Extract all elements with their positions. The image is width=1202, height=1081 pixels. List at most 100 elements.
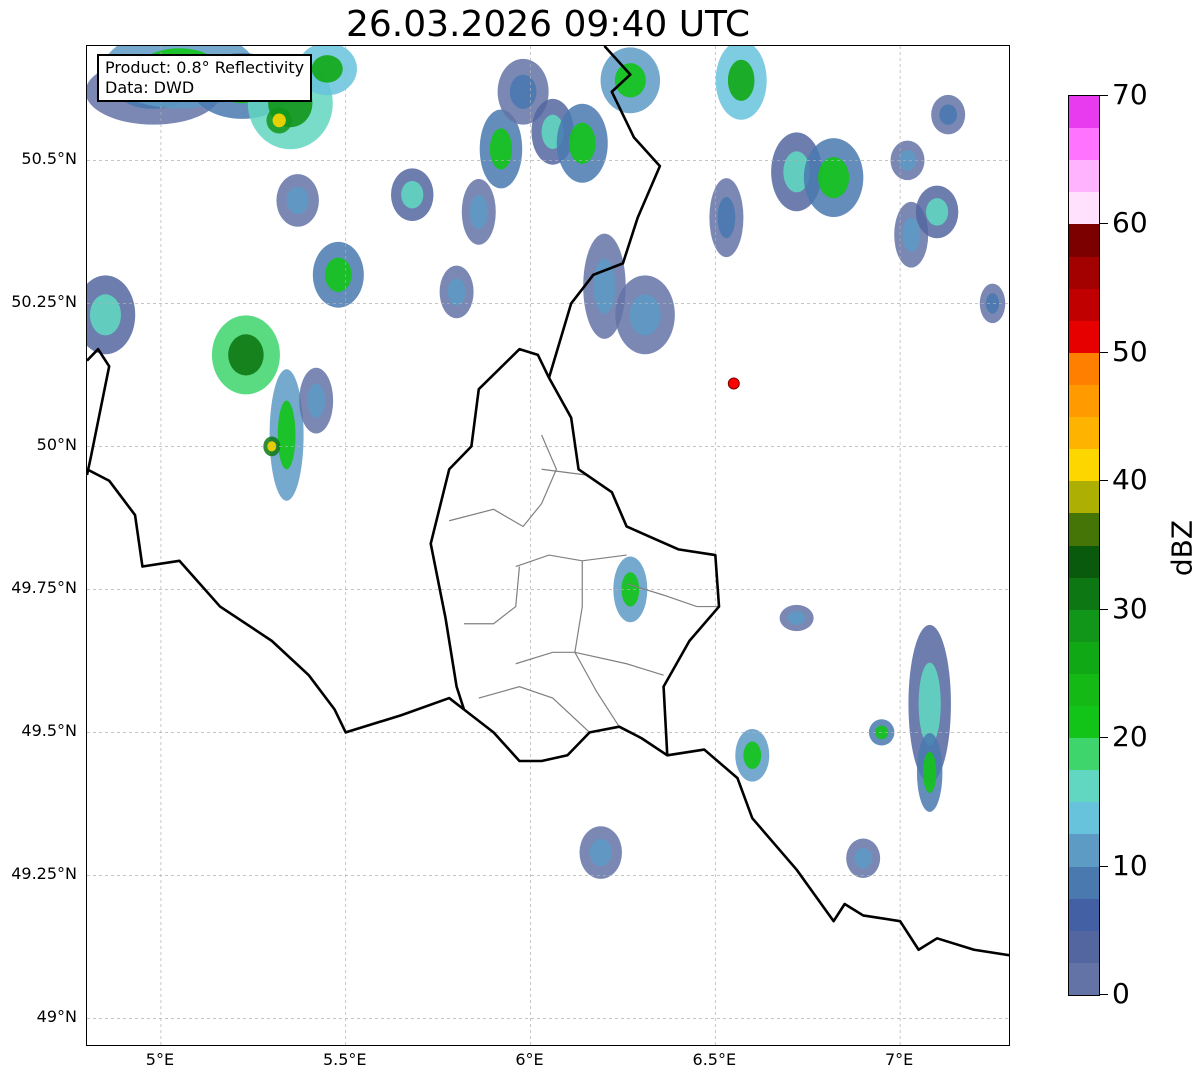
radar-map-canvas: [87, 46, 1009, 1045]
colorbar-segment: [1069, 898, 1099, 932]
lat-tick-label: 49.5°N: [21, 721, 77, 741]
colorbar-tick-mark: [1100, 865, 1108, 867]
colorbar-segment: [1069, 192, 1099, 225]
country-border-france-belgium: [87, 468, 465, 734]
colorbar-tick-label: 0: [1112, 977, 1130, 1010]
product-label: Product: 0.8° Reflectivity: [105, 58, 305, 77]
precip-cell-core: [509, 74, 537, 109]
radar-map-panel[interactable]: [86, 45, 1010, 1046]
lon-tick-label: 6.5°E: [692, 1050, 737, 1069]
precip-cell-core: [272, 113, 286, 128]
precip-cell-core: [902, 217, 921, 252]
lat-tick-label: 50°N: [36, 435, 77, 455]
colorbar-segment: [1069, 802, 1099, 835]
colorbar-segment: [1069, 770, 1099, 803]
admin-boundary: [541, 468, 613, 493]
precip-cell-core: [923, 751, 937, 794]
precip-cell-core: [447, 278, 466, 306]
precipitation-layer: [87, 46, 1006, 879]
precip-cell-core: [629, 294, 661, 336]
map-title: 26.03.2026 09:40 UTC: [345, 4, 751, 45]
admin-boundaries-layer: [449, 434, 720, 733]
colorbar-tick-mark: [1100, 608, 1108, 610]
colorbar-segment: [1069, 930, 1099, 964]
colorbar-segment: [1069, 288, 1099, 322]
colorbar-tick-label: 10: [1112, 848, 1148, 882]
admin-boundary: [574, 560, 620, 728]
lon-tick-label: 5°E: [145, 1050, 175, 1069]
lat-tick-label: 49.25°N: [11, 864, 77, 884]
colorbar-segment: [1069, 706, 1099, 739]
colorbar-segment: [1069, 641, 1099, 675]
colorbar-tick-mark: [1100, 480, 1108, 482]
country-borders-layer: [87, 46, 1009, 957]
precip-cell-core: [727, 59, 755, 101]
colorbar-segment: [1069, 866, 1099, 900]
colorbar-segment: [1069, 417, 1099, 450]
precip-cell-core: [307, 383, 326, 418]
lon-tick-label: 5.5°E: [322, 1050, 367, 1069]
precip-cell-core: [568, 122, 596, 164]
precip-cell-core: [311, 55, 343, 83]
lat-tick-label: 49°N: [36, 1007, 77, 1027]
colorbar-segment: [1069, 481, 1099, 514]
colorbar-segment: [1069, 128, 1099, 161]
precip-cell-core: [818, 156, 850, 199]
colorbar-tick-mark: [1100, 95, 1108, 96]
colorbar-tick-mark: [1100, 994, 1108, 995]
gridlines: [87, 46, 1009, 1045]
colorbar-tick-label: 30: [1112, 591, 1148, 625]
precip-cell-core: [286, 186, 309, 215]
colorbar-tick-label: 60: [1112, 206, 1148, 240]
precip-cell-core: [898, 150, 917, 171]
colorbar-segment: [1069, 160, 1099, 193]
precip-cell-core: [939, 104, 958, 125]
precip-cell-core: [614, 63, 646, 98]
colorbar-segment: [1069, 577, 1099, 611]
precip-cell-core: [854, 847, 873, 869]
precip-cell-core: [89, 294, 122, 336]
colorbar-unit-label: dBZ: [1165, 519, 1199, 577]
precip-cell-core: [925, 198, 949, 226]
precip-cell-core: [325, 257, 352, 292]
colorbar-segment: [1069, 513, 1099, 546]
colorbar-segment: [1069, 545, 1099, 579]
colorbar-segment: [1069, 673, 1099, 707]
colorbar-segment: [1069, 609, 1099, 643]
radar-site-layer: [727, 377, 740, 390]
precip-cell-core: [717, 197, 736, 239]
info-box: Product: 0.8° Reflectivity Data: DWD: [97, 54, 313, 102]
colorbar-tick-label: 50: [1112, 334, 1148, 368]
admin-boundary: [463, 566, 521, 625]
colorbar-segment: [1069, 320, 1099, 354]
colorbar-segment: [1069, 224, 1099, 258]
colorbar-segment: [1069, 352, 1099, 386]
colorbar-segment: [1069, 738, 1099, 771]
precip-cell-core: [469, 194, 488, 230]
admin-boundary: [449, 434, 558, 528]
data-source-label: Data: DWD: [105, 78, 195, 97]
lat-tick-label: 50.25°N: [11, 292, 77, 312]
precip-cell-core: [787, 611, 806, 625]
colorbar-tick-mark: [1100, 351, 1108, 353]
colorbar: [1068, 95, 1100, 996]
colorbar-tick-label: 70: [1112, 78, 1148, 111]
colorbar-segment: [1069, 449, 1099, 482]
colorbar-tick-mark: [1100, 223, 1108, 225]
colorbar-segment: [1069, 256, 1099, 290]
lon-tick-label: 6°E: [515, 1050, 544, 1069]
lat-tick-label: 50.5°N: [21, 149, 77, 169]
colorbar-tick-label: 40: [1112, 463, 1148, 497]
precip-cell-core: [589, 838, 612, 867]
colorbar-segment: [1069, 96, 1099, 129]
precip-cell-core: [401, 180, 424, 209]
admin-boundary: [478, 686, 591, 733]
colorbar-segment: [1069, 962, 1099, 995]
country-border-germany-france: [667, 748, 1009, 957]
colorbar-segment: [1069, 834, 1099, 868]
precip-cell-core: [228, 334, 264, 376]
colorbar-tick-mark: [1100, 737, 1108, 739]
lon-tick-label: 7°E: [884, 1050, 914, 1069]
admin-boundary: [515, 651, 664, 676]
precip-cell-core: [743, 741, 762, 770]
